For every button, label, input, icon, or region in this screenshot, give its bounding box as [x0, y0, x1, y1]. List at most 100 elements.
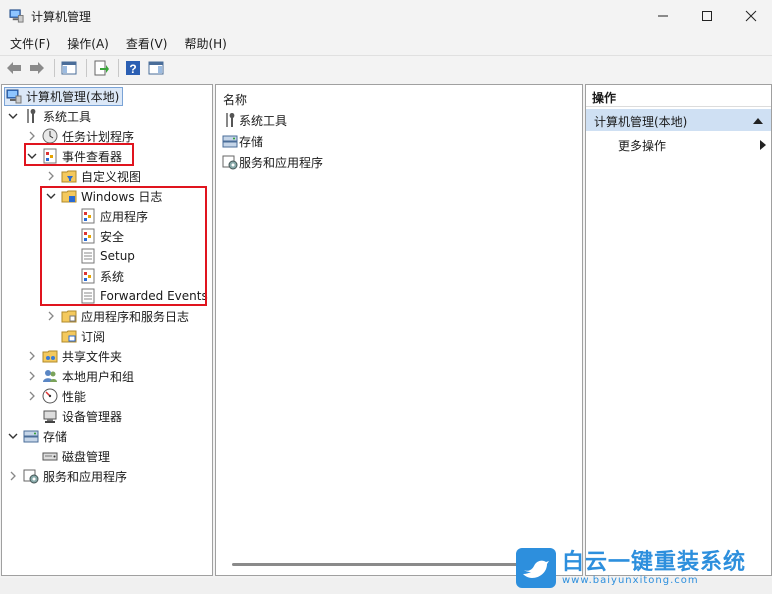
tree-item-system-tools[interactable]: 系统工具 [7, 106, 91, 126]
tree-item-root[interactable]: 计算机管理(本地) [4, 86, 124, 106]
tree-item-subscriptions[interactable]: 订阅 [61, 326, 105, 346]
watermark-url: www.baiyunxitong.com [562, 574, 699, 586]
bird-logo-icon [516, 548, 556, 588]
toolbar-separator [86, 59, 87, 77]
device-manager-icon [43, 410, 57, 423]
maximize-icon [702, 11, 712, 21]
chevron-down-icon[interactable] [7, 430, 19, 442]
performance-icon [42, 388, 58, 404]
chevron-right-icon[interactable] [26, 370, 38, 382]
minimize-button[interactable] [640, 0, 686, 32]
tree-item-label: 本地用户和组 [62, 369, 135, 384]
tree-item-storage[interactable]: 存储 [7, 426, 67, 446]
menu-view[interactable]: 查看(V) [116, 33, 175, 53]
result-list-pane: 名称 系统工具 存储 服务和应用程序 [215, 84, 583, 576]
svg-text:?: ? [129, 62, 136, 76]
folder-filter-icon [61, 170, 77, 183]
action-pane-title: 操作 [586, 85, 771, 107]
list-item-system-tools[interactable]: 系统工具 [222, 111, 287, 129]
toolbar-separator [118, 59, 119, 77]
tree-item-custom-views[interactable]: 自定义视图 [45, 166, 141, 186]
users-icon [43, 370, 57, 382]
tree-item-label: 设备管理器 [62, 409, 123, 424]
close-button[interactable] [728, 0, 772, 32]
shared-folder-icon [42, 350, 58, 363]
collapse-up-icon[interactable] [753, 117, 763, 125]
chevron-down-icon[interactable] [7, 110, 19, 122]
list-item-storage[interactable]: 存储 [222, 132, 263, 150]
tree-item-disk-management[interactable]: 磁盘管理 [42, 446, 110, 466]
export-icon [94, 60, 109, 76]
action-section-header[interactable]: 计算机管理(本地) [586, 109, 771, 131]
export-list-button[interactable] [91, 58, 111, 78]
tree-item-performance[interactable]: 性能 [26, 386, 86, 406]
menu-action[interactable]: 操作(A) [57, 33, 116, 53]
storage-icon [23, 430, 39, 443]
tree-item-label: 自定义视图 [81, 169, 142, 184]
tree-item-local-users-groups[interactable]: 本地用户和组 [26, 366, 134, 386]
horizontal-scrollbar[interactable] [232, 563, 522, 566]
toolbar: ? [0, 55, 772, 80]
list-item-label: 系统工具 [239, 113, 288, 128]
tree-item-label: 任务计划程序 [62, 129, 135, 144]
forward-arrow-icon [30, 62, 44, 74]
storage-icon [222, 135, 238, 148]
back-button[interactable] [4, 58, 24, 78]
list-item-label: 服务和应用程序 [239, 155, 324, 170]
tree-item-services-apps[interactable]: 服务和应用程序 [7, 466, 127, 486]
tree-item-label: 系统工具 [43, 109, 92, 124]
watermark-title: 白云一键重装系统 [562, 549, 747, 575]
toolbar-separator [54, 59, 55, 77]
disk-icon [42, 452, 58, 461]
services-icon [23, 469, 39, 484]
tree-item-label: 磁盘管理 [62, 449, 111, 464]
help-button[interactable]: ? [123, 58, 143, 78]
tree-item-label: 订阅 [81, 329, 106, 344]
tree-item-shared-folders[interactable]: 共享文件夹 [26, 346, 122, 366]
tree-item-device-manager[interactable]: 设备管理器 [42, 406, 122, 426]
show-hide-action-pane-button[interactable] [146, 58, 166, 78]
menu-file[interactable]: 文件(F) [0, 33, 57, 53]
console-tree-icon [61, 61, 77, 75]
tree-item-label: 共享文件夹 [62, 349, 123, 364]
back-arrow-icon [7, 62, 21, 74]
tree-item-label: 应用程序和服务日志 [81, 309, 190, 324]
forward-button[interactable] [27, 58, 47, 78]
title-bar: 计算机管理 [0, 0, 772, 32]
more-actions-label: 更多操作 [618, 139, 667, 153]
action-pane: 操作 计算机管理(本地) 更多操作 [585, 84, 772, 576]
watermark: 白云一键重装系统 www.baiyunxitong.com [516, 548, 746, 588]
submenu-arrow-icon [760, 140, 766, 150]
highlight-box-event-viewer [24, 143, 134, 166]
chevron-right-icon[interactable] [7, 470, 19, 482]
highlight-box-windows-logs [40, 186, 207, 306]
action-section-label: 计算机管理(本地) [594, 115, 688, 129]
list-item-services-apps[interactable]: 服务和应用程序 [222, 153, 323, 171]
maximize-button[interactable] [684, 0, 730, 32]
chevron-right-icon[interactable] [26, 350, 38, 362]
window-title: 计算机管理 [31, 10, 92, 24]
more-actions-item[interactable]: 更多操作 [618, 137, 666, 154]
column-header-name[interactable]: 名称 [223, 91, 247, 108]
clock-icon [42, 128, 58, 144]
tree-item-label: 性能 [62, 389, 87, 404]
tree-item-app-service-logs[interactable]: 应用程序和服务日志 [45, 306, 189, 326]
menu-bar: 文件(F) 操作(A) 查看(V) 帮助(H) [0, 33, 772, 53]
tools-icon [226, 113, 235, 127]
menu-help[interactable]: 帮助(H) [174, 33, 233, 53]
chevron-right-icon[interactable] [45, 170, 57, 182]
tree-item-label: 存储 [43, 429, 68, 444]
computer-management-icon [6, 89, 22, 104]
list-item-label: 存储 [239, 134, 264, 149]
folder-icon [61, 310, 77, 323]
services-icon [222, 155, 238, 170]
minimize-icon [658, 15, 668, 17]
close-icon [745, 10, 757, 22]
chevron-right-icon[interactable] [26, 130, 38, 142]
chevron-right-icon[interactable] [45, 310, 57, 322]
show-hide-console-tree-button[interactable] [59, 58, 79, 78]
chevron-right-icon[interactable] [26, 390, 38, 402]
computer-management-icon [9, 9, 24, 23]
tree-item-label: 服务和应用程序 [43, 469, 128, 484]
tree-item-label: 计算机管理(本地) [26, 89, 120, 104]
